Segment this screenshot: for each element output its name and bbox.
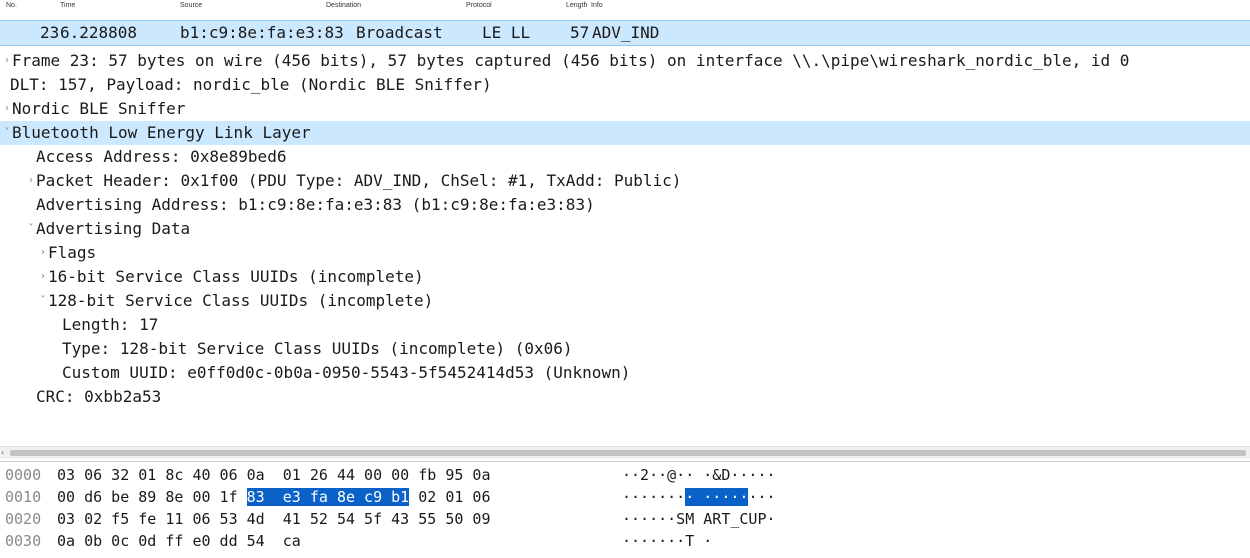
packet-bytes-pane: 0000 03 06 32 01 8c 40 06 0a 01 26 44 00… (0, 461, 1250, 558)
collapse-arrow-icon[interactable]: ˅ (26, 217, 36, 241)
column-header-no[interactable]: No. (6, 2, 17, 9)
hex-bytes[interactable]: 03 06 32 01 8c 40 06 0a 01 26 44 00 00 f… (57, 464, 490, 486)
tree-item-label: 128-bit Service Class UUIDs (incomplete) (48, 291, 434, 310)
tree-item-frame[interactable]: › Frame 23: 57 bytes on wire (456 bits), … (0, 49, 1250, 73)
packet-time: 6.228808 (60, 23, 138, 42)
hex-highlight: 83 e3 fa 8e c9 b1 (246, 488, 410, 506)
expand-arrow-icon[interactable]: › (26, 169, 36, 193)
tree-item-label: Custom UUID: e0ff0d0c-0b0a-0950-5543-5f5… (62, 363, 631, 382)
hex-text: 00 d6 be 89 8e 00 1f (57, 488, 247, 506)
ascii-text: ······SM ART_CUP· (622, 510, 776, 528)
expand-arrow-icon[interactable]: › (38, 241, 48, 265)
tree-item-advertising-address[interactable]: Advertising Address: b1:c9:8e:fa:e3:83 (… (0, 193, 1250, 217)
tree-item-label: 16-bit Service Class UUIDs (incomplete) (48, 267, 424, 286)
tree-item-128bit-uuids[interactable]: ˅ 128-bit Service Class UUIDs (incomplete… (0, 289, 1250, 313)
tree-item-flags[interactable]: › Flags (0, 241, 1250, 265)
packet-source: b1:c9:8e:fa:e3:83 (180, 23, 344, 42)
tree-item-label: Advertising Address: b1:c9:8e:fa:e3:83 (… (36, 195, 595, 214)
byte-offset: 0020 (5, 510, 42, 528)
column-header-protocol[interactable]: Protocol (466, 2, 492, 9)
tree-item-label: Packet Header: 0x1f00 (PDU Type: ADV_IND… (36, 171, 682, 190)
tree-item-label: DLT: 157, Payload: nordic_ble (Nordic BL… (10, 75, 492, 94)
ascii-text: ··· (748, 488, 776, 506)
expand-arrow-icon[interactable]: › (2, 49, 12, 73)
tree-item-label: Frame 23: 57 bytes on wire (456 bits), 5… (12, 51, 1130, 70)
packet-row-selected[interactable]: 23 6.228808 b1:c9:8e:fa:e3:83 Broadcast … (0, 20, 1250, 46)
packet-list: No. Time Source Destination Protocol Len… (0, 0, 1250, 46)
tree-item-custom-uuid[interactable]: Custom UUID: e0ff0d0c-0b0a-0950-5543-5f5… (0, 361, 1250, 385)
hex-text: 03 02 f5 fe 11 06 53 4d 41 52 54 5f 43 5… (57, 510, 491, 528)
ascii-bytes[interactable]: ·······T · (622, 530, 712, 552)
tree-item-label: Flags (48, 243, 97, 262)
tree-item-16bit-uuids[interactable]: › 16-bit Service Class UUIDs (incomplete) (0, 265, 1250, 289)
ascii-text: ··2··@·· ·&D····· (622, 466, 776, 484)
ascii-bytes[interactable]: ··2··@·· ·&D····· (622, 464, 776, 486)
byte-offset: 0000 (5, 466, 42, 484)
column-header-destination[interactable]: Destination (326, 2, 361, 9)
tree-item-length[interactable]: Length: 17 (0, 313, 1250, 337)
tree-item-label: Type: 128-bit Service Class UUIDs (incom… (62, 339, 573, 358)
tree-item-label: CRC: 0xbb2a53 (36, 387, 162, 406)
expand-arrow-icon[interactable]: › (38, 265, 48, 289)
expand-arrow-icon[interactable]: › (2, 97, 12, 121)
tree-item-label: Advertising Data (36, 219, 191, 238)
column-header-time[interactable]: Time (60, 2, 75, 9)
packet-info: ADV_IND (592, 23, 660, 42)
packet-protocol: LE LL (482, 23, 531, 42)
scrollbar-thumb[interactable] (10, 450, 1246, 456)
hex-bytes[interactable]: 0a 0b 0c 0d ff e0 dd 54 ca (57, 530, 301, 552)
byte-offset: 0030 (5, 532, 42, 550)
packet-length: 57 (570, 23, 590, 42)
packet-list-header: No. Time Source Destination Protocol Len… (0, 0, 1250, 16)
column-header-length[interactable]: Length (566, 2, 587, 9)
tree-item-advertising-data[interactable]: ˅ Advertising Data (0, 217, 1250, 241)
tree-item-label: Access Address: 0x8e89bed6 (36, 147, 287, 166)
hex-bytes[interactable]: 03 02 f5 fe 11 06 53 4d 41 52 54 5f 43 5… (57, 508, 490, 530)
tree-item-packet-header[interactable]: › Packet Header: 0x1f00 (PDU Type: ADV_IN… (0, 169, 1250, 193)
hex-text: 02 01 06 (409, 488, 491, 506)
ascii-text: ······· (622, 488, 686, 506)
hex-text: 03 06 32 01 8c 40 06 0a 01 26 44 00 00 f… (57, 466, 491, 484)
ascii-highlight: · ····· (685, 488, 749, 506)
packet-destination: Broadcast (356, 23, 443, 42)
ascii-bytes[interactable]: ······SM ART_CUP· (622, 508, 776, 530)
ascii-bytes[interactable]: ········ ········ (622, 486, 776, 508)
tree-item-ble-link-layer[interactable]: ˅ Bluetooth Low Energy Link Layer (0, 121, 1250, 145)
hex-bytes[interactable]: 00 d6 be 89 8e 00 1f 83 e3 fa 8e c9 b1 0… (57, 486, 491, 508)
horizontal-scrollbar[interactable]: ‹ (0, 446, 1250, 459)
hex-text: 0a 0b 0c 0d ff e0 dd 54 ca (57, 532, 301, 550)
collapse-arrow-icon[interactable]: ˅ (2, 121, 12, 145)
tree-item-nordic-sniffer[interactable]: › Nordic BLE Sniffer (0, 97, 1250, 121)
ascii-text: ·······T · (622, 532, 713, 550)
scroll-left-arrow-icon[interactable]: ‹ (1, 447, 4, 459)
tree-item-label: Length: 17 (62, 315, 159, 334)
tree-item-label: Nordic BLE Sniffer (12, 99, 186, 118)
column-header-info[interactable]: Info (591, 2, 603, 9)
tree-item-label: Bluetooth Low Energy Link Layer (12, 123, 311, 142)
tree-item-crc[interactable]: CRC: 0xbb2a53 (0, 385, 1250, 409)
column-header-source[interactable]: Source (180, 2, 202, 9)
tree-item-type[interactable]: Type: 128-bit Service Class UUIDs (incom… (0, 337, 1250, 361)
byte-offset: 0010 (5, 488, 42, 506)
tree-item-dlt[interactable]: DLT: 157, Payload: nordic_ble (Nordic BL… (0, 73, 1250, 97)
packet-no: 23 (40, 23, 60, 42)
tree-item-access-address[interactable]: Access Address: 0x8e89bed6 (0, 145, 1250, 169)
packet-details-tree: › Frame 23: 57 bytes on wire (456 bits), … (0, 49, 1250, 449)
collapse-arrow-icon[interactable]: ˅ (38, 289, 48, 313)
